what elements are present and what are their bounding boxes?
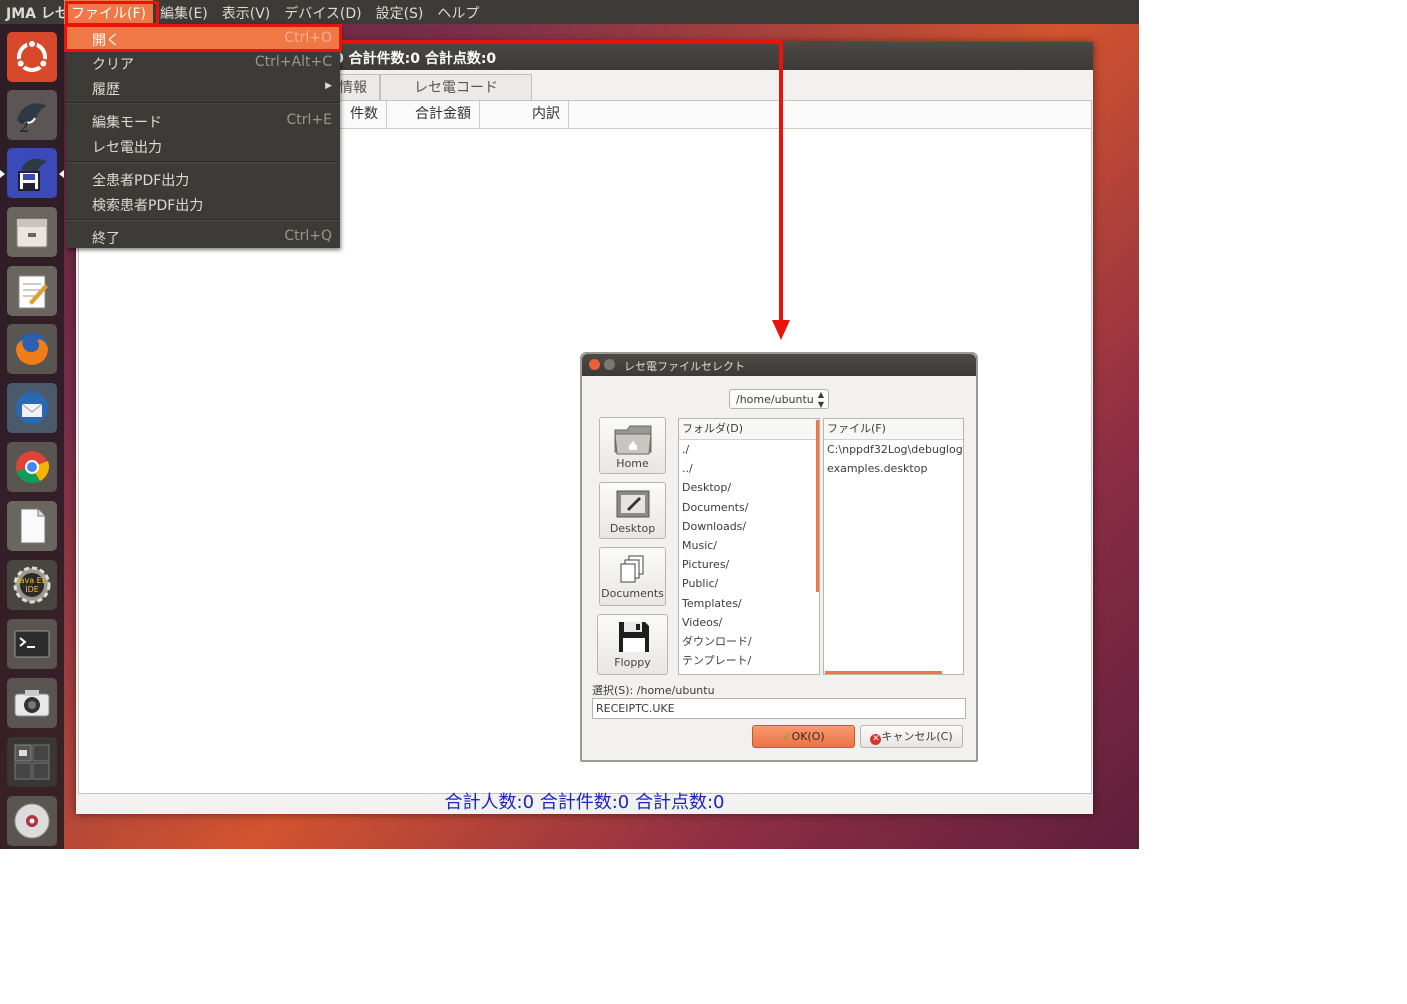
folder-list-header: フォルダ(D) xyxy=(679,419,819,440)
files-icon[interactable] xyxy=(7,207,57,257)
selection-label: 選択(S): /home/ubuntu xyxy=(592,684,715,697)
chrome-icon[interactable] xyxy=(7,442,57,492)
file-list: ファイル(F) C:\nppdf32Log\debuglog examples.… xyxy=(823,418,964,675)
column-count[interactable]: 件数 xyxy=(341,101,387,128)
workspace-switcher-icon[interactable] xyxy=(7,737,57,787)
folder-item[interactable]: Public/ xyxy=(679,574,819,593)
ok-button[interactable]: ✓OK(O) xyxy=(752,725,855,748)
menu-item-history[interactable]: 履歴 ▶ xyxy=(66,75,340,99)
folder-item[interactable]: Music/ xyxy=(679,536,819,555)
cancel-icon: ✕ xyxy=(870,734,882,745)
top-menu-bar: JMA レセ ファイル(F) 編集(E) 表示(V) デバイス(D) 設定(S)… xyxy=(0,0,1139,24)
java-ee-ide-icon[interactable]: Java EE IDE xyxy=(7,560,57,610)
home-folder-icon xyxy=(613,425,652,455)
menu-settings[interactable]: 設定(S) xyxy=(369,0,431,24)
annotation-file-menu-highlight xyxy=(65,1,159,26)
libreoffice-icon[interactable] xyxy=(7,501,57,551)
folder-item[interactable]: ../ xyxy=(679,459,819,478)
menu-device[interactable]: デバイス(D) xyxy=(277,0,368,24)
folder-item[interactable]: Templates/ xyxy=(679,594,819,613)
menu-item-search-patients-pdf[interactable]: 検索患者PDF出力 xyxy=(66,191,340,215)
dialog-titlebar: レセ電ファイルセレクト xyxy=(582,354,976,376)
filename-input[interactable]: RECEIPTC.UKE xyxy=(592,698,966,719)
cancel-button[interactable]: ✕ キャンセル(C) xyxy=(860,725,963,748)
folder-item[interactable]: Documents/ xyxy=(679,498,819,517)
file-list-header: ファイル(F) xyxy=(824,419,963,440)
file-item[interactable]: C:\nppdf32Log\debuglog xyxy=(824,440,963,459)
orca-app-icon[interactable]: 2 xyxy=(7,90,57,140)
annotation-open-item-highlight xyxy=(64,24,342,52)
menu-view[interactable]: 表示(V) xyxy=(215,0,278,24)
folder-item[interactable]: ダウンロード/ xyxy=(679,632,819,651)
spinner-arrows-icon: ▲ ▼ xyxy=(817,390,824,409)
floppy-disk-icon xyxy=(618,622,649,652)
status-bar: 合計人数:0 合計件数:0 合計点数:0 xyxy=(444,792,725,813)
annotation-arrow-head-icon xyxy=(772,320,790,340)
file-item[interactable]: examples.desktop xyxy=(824,459,963,478)
desktop-folder-icon xyxy=(616,490,649,518)
column-breakdown[interactable]: 内訳 xyxy=(480,101,569,128)
svg-text:2: 2 xyxy=(19,117,29,136)
file-menu-dropdown: 開く Ctrl+O クリア Ctrl+Alt+C 履歴 ▶ 編集モード Ctrl+E レ… xyxy=(66,24,340,248)
tab-receipt-code[interactable]: レセ電コード xyxy=(380,74,532,101)
submenu-arrow-icon: ▶ xyxy=(325,81,332,91)
dvd-icon[interactable] xyxy=(7,796,57,846)
folder-item[interactable]: Pictures/ xyxy=(679,555,819,574)
menu-edit[interactable]: 編集(E) xyxy=(153,0,215,24)
menu-separator xyxy=(66,219,340,221)
desktop-screen: JMA レセ ファイル(F) 編集(E) 表示(V) デバイス(D) 設定(S)… xyxy=(0,0,1139,849)
app-title: JMA レセ xyxy=(6,6,69,22)
home-shortcut-button[interactable]: Home xyxy=(599,417,666,474)
floppy-shortcut-button[interactable]: Floppy xyxy=(597,614,668,675)
menu-item-receipt-output[interactable]: レセ電出力 xyxy=(66,133,340,157)
path-selector[interactable]: /home/ubuntu ▲ ▼ xyxy=(729,389,829,409)
folder-scrollbar[interactable] xyxy=(816,420,819,592)
documents-shortcut-button[interactable]: Documents xyxy=(599,547,666,606)
dialog-title: レセ電ファイルセレクト xyxy=(624,360,745,373)
folder-item[interactable]: テンプレート/ xyxy=(679,651,819,670)
checkmark-icon: ✓ xyxy=(782,730,792,743)
menu-item-edit-mode[interactable]: 編集モード Ctrl+E xyxy=(66,108,340,132)
folder-list: フォルダ(D) ./ ../ Desktop/ Documents/ Downl… xyxy=(678,418,820,675)
folder-item[interactable]: Videos/ xyxy=(679,613,819,632)
close-icon[interactable] xyxy=(589,359,600,370)
file-horizontal-scrollbar[interactable] xyxy=(825,671,942,674)
terminal-icon[interactable] xyxy=(7,619,57,669)
main-window-title: 0 合計件数:0 合計点数:0 xyxy=(334,51,497,67)
folder-item[interactable]: Downloads/ xyxy=(679,517,819,536)
firefox-icon[interactable] xyxy=(7,324,57,374)
running-indicator xyxy=(0,170,5,178)
annotation-arrow-vertical xyxy=(779,40,783,322)
menu-item-quit[interactable]: 終了 Ctrl+Q xyxy=(66,224,340,248)
text-editor-icon[interactable] xyxy=(7,266,57,316)
orca-save-app-icon[interactable] xyxy=(7,148,57,198)
folder-item[interactable]: ./ xyxy=(679,440,819,459)
folder-item[interactable]: Desktop/ xyxy=(679,478,819,497)
annotation-arrow-horizontal xyxy=(340,40,783,44)
focused-indicator xyxy=(59,170,64,178)
menu-separator xyxy=(66,102,340,104)
menu-separator xyxy=(66,161,340,163)
documents-folder-icon xyxy=(620,555,643,583)
unity-launcher: 2 Java EE IDE xyxy=(0,24,64,849)
column-total-amount[interactable]: 合計金額 xyxy=(387,101,480,128)
menu-help[interactable]: ヘルプ xyxy=(430,0,486,24)
svg-text:IDE: IDE xyxy=(25,585,39,594)
desktop-shortcut-button[interactable]: Desktop xyxy=(599,482,666,539)
thunderbird-icon[interactable] xyxy=(7,383,57,433)
file-select-dialog: レセ電ファイルセレクト /home/ubuntu ▲ ▼ Home Desktop… xyxy=(580,352,978,762)
camera-icon[interactable] xyxy=(7,678,57,728)
menu-item-clear[interactable]: クリア Ctrl+Alt+C xyxy=(66,50,340,74)
svg-text:Java EE: Java EE xyxy=(16,576,47,585)
menu-item-all-patients-pdf[interactable]: 全患者PDF出力 xyxy=(66,166,340,190)
ubuntu-dash-icon[interactable] xyxy=(7,32,57,82)
minimize-icon[interactable] xyxy=(604,359,615,370)
